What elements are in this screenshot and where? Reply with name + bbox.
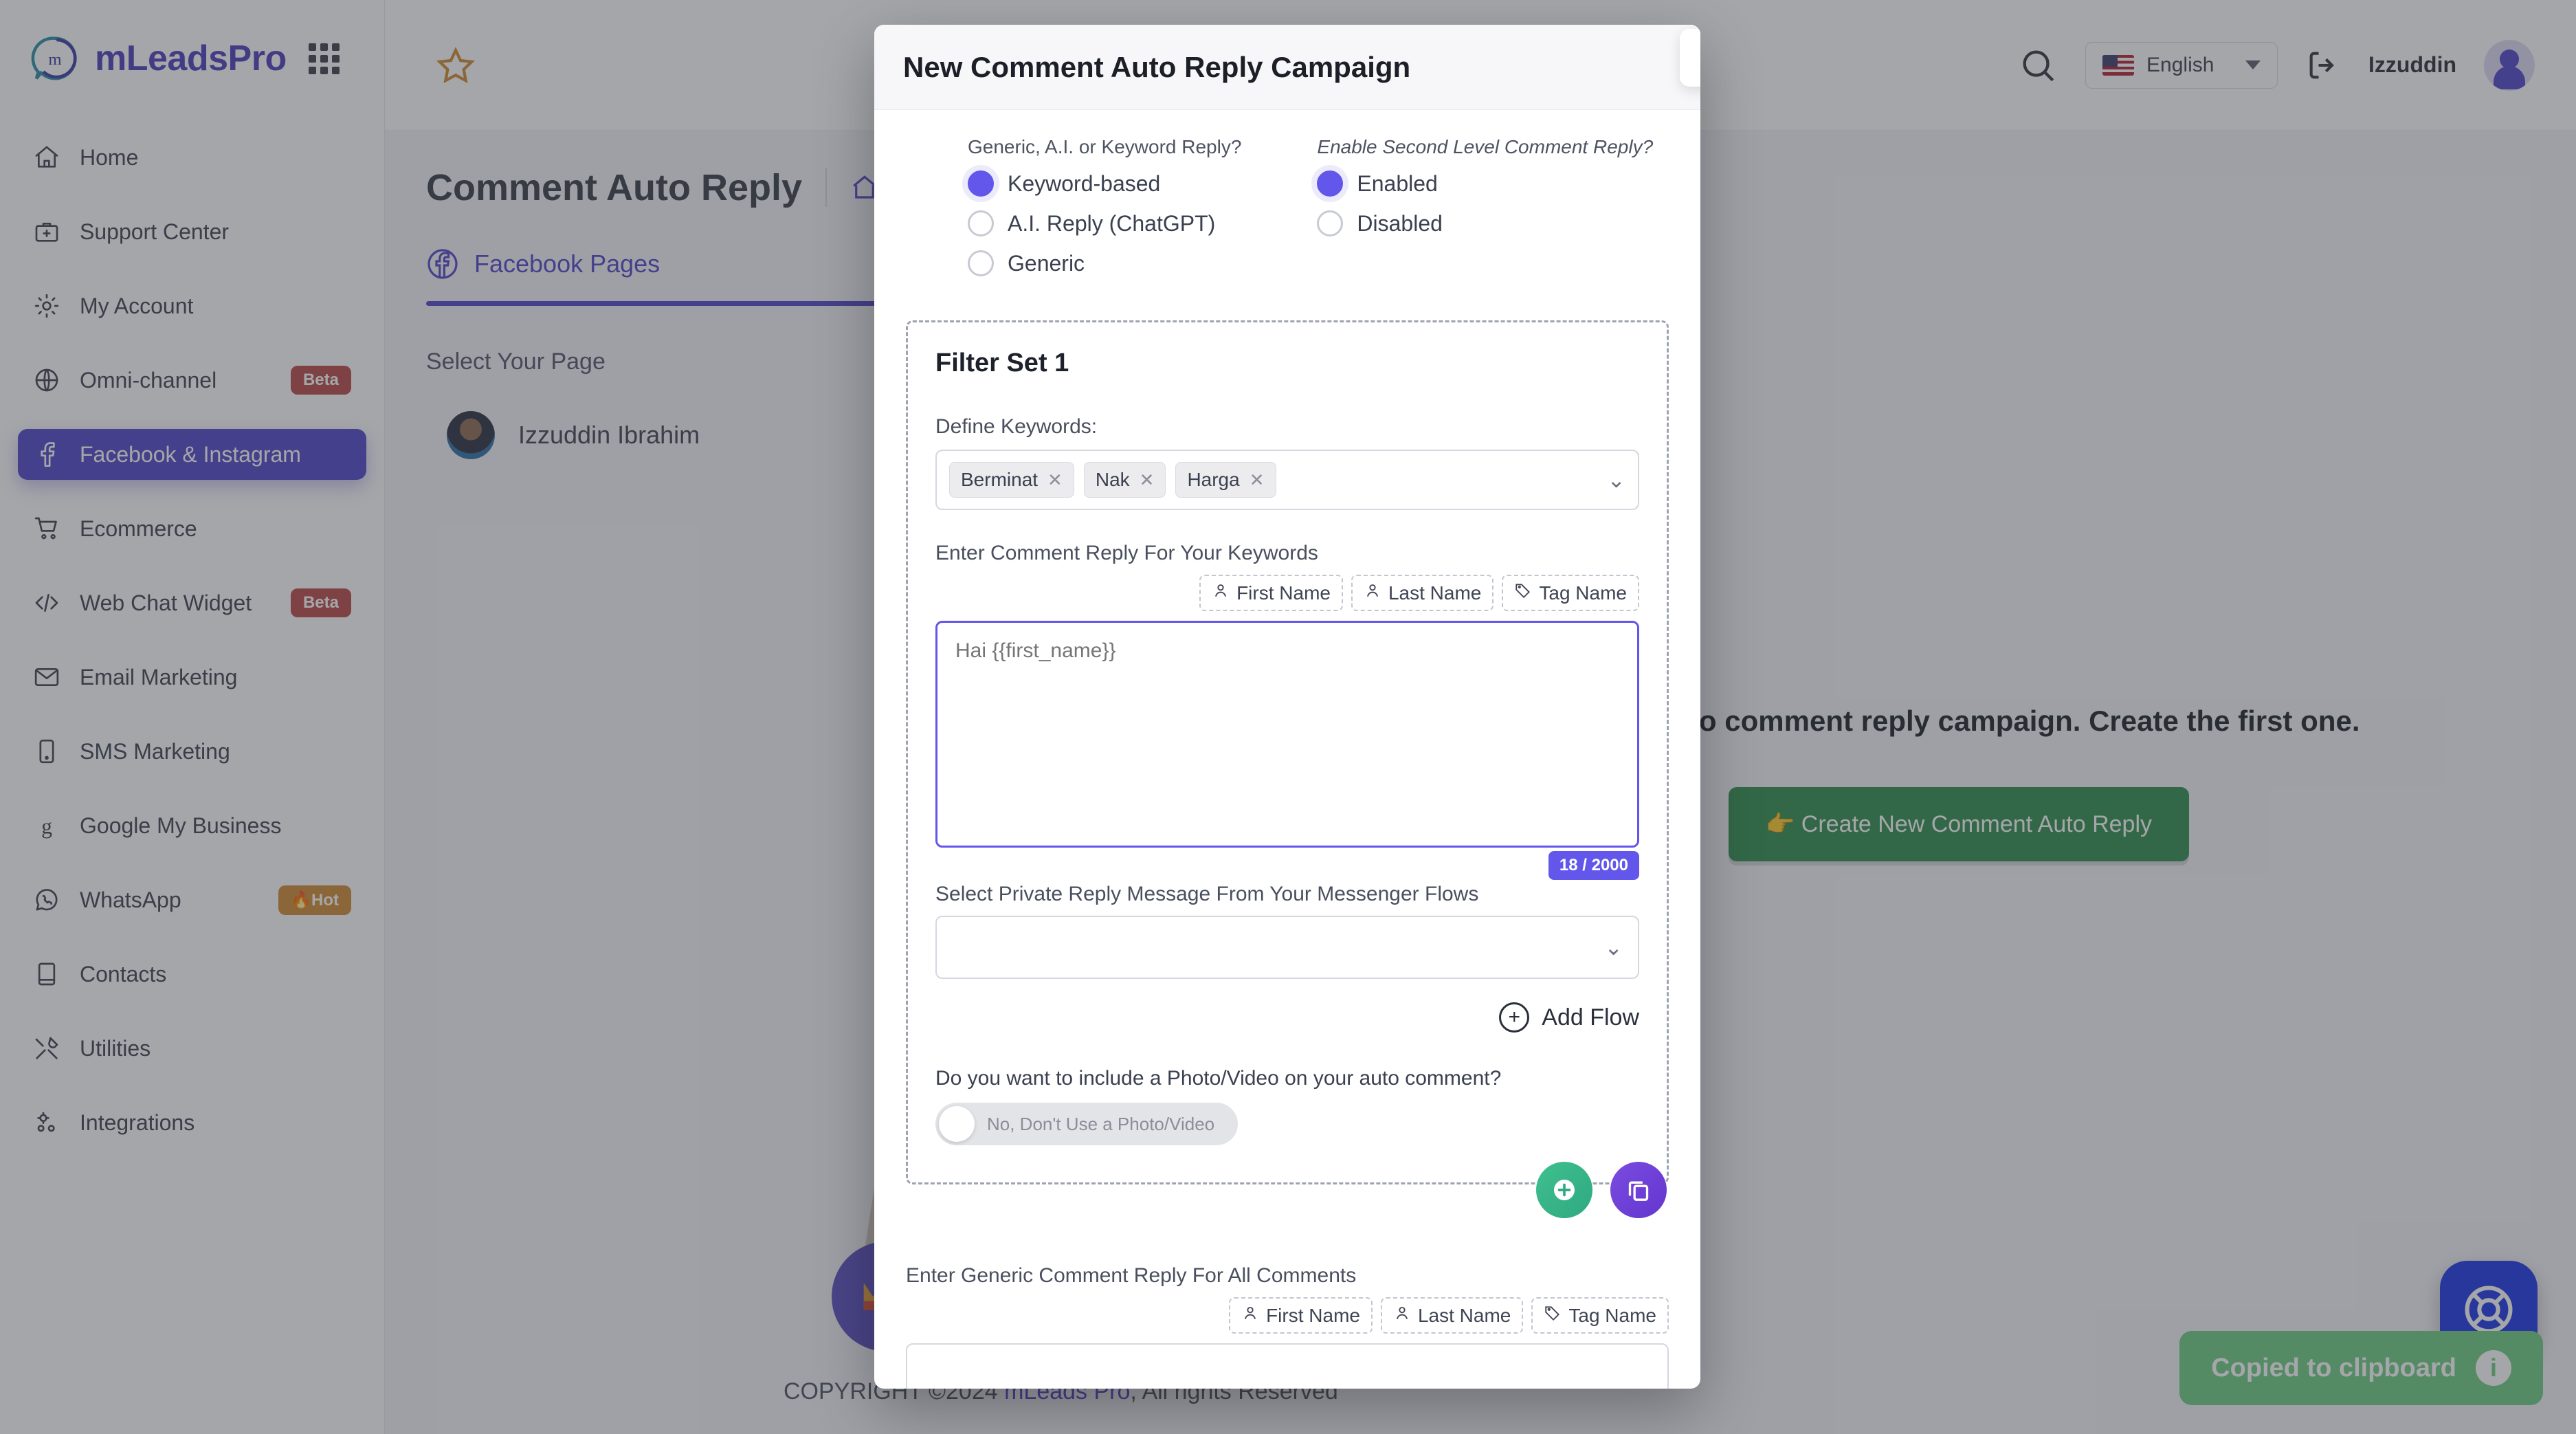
second-level-label: Enable Second Level Comment Reply?	[1317, 136, 1654, 157]
token-tag-name[interactable]: Tag Name	[1502, 575, 1639, 611]
filter-set-title: Filter Set 1	[935, 349, 1069, 377]
radio-indicator	[968, 250, 994, 276]
plus-circle-icon: +	[1499, 1002, 1530, 1033]
generic-reply-label: Enter Generic Comment Reply For All Comm…	[906, 1264, 1357, 1287]
radio-indicator	[1317, 210, 1344, 236]
radio-label: Keyword-based	[1008, 170, 1161, 196]
generic-reply-section: Enter Generic Comment Reply For All Comm…	[906, 1264, 1669, 1389]
radio-keyword-based[interactable]: Keyword-based	[968, 170, 1241, 197]
keyword-chip-label: Berminat	[961, 469, 1039, 490]
radio-label: Enabled	[1357, 170, 1438, 196]
modal-body: Generic, A.I. or Keyword Reply? Keyword-…	[874, 110, 1700, 1389]
person-icon	[1393, 1304, 1411, 1327]
token-label: Last Name	[1388, 582, 1482, 604]
token-first-name[interactable]: First Name	[1229, 1297, 1373, 1334]
new-campaign-modal: New Comment Auto Reply Campaign Generic,…	[874, 25, 1700, 1389]
character-counter: 18 / 2000	[1548, 851, 1639, 880]
define-keywords-label: Define Keywords:	[935, 415, 1098, 438]
token-row-filter: First Name Last Name Tag Name	[935, 575, 1639, 611]
keyword-chip[interactable]: Harga ✕	[1175, 462, 1276, 498]
token-first-name[interactable]: First Name	[1199, 575, 1343, 611]
toggle-label: No, Don't Use a Photo/Video	[987, 1113, 1215, 1134]
keyword-chip[interactable]: Nak ✕	[1083, 462, 1166, 498]
token-label: Last Name	[1417, 1304, 1511, 1326]
keywords-select[interactable]: Berminat ✕ Nak ✕ Harga ✕ ⌄	[935, 450, 1639, 510]
token-label: Tag Name	[1568, 1304, 1656, 1326]
radio-generic[interactable]: Generic	[968, 250, 1241, 276]
radio-ai-reply[interactable]: A.I. Reply (ChatGPT)	[968, 210, 1241, 236]
tag-icon	[1544, 1304, 1562, 1327]
filter-actions	[1536, 1162, 1667, 1218]
token-label: First Name	[1236, 582, 1331, 604]
person-icon	[1212, 582, 1230, 604]
token-label: Tag Name	[1539, 582, 1627, 604]
radio-label: Generic	[1008, 250, 1085, 276]
person-icon	[1364, 582, 1381, 604]
chevron-down-icon: ⌄	[1607, 467, 1625, 492]
comment-reply-textarea[interactable]	[935, 621, 1639, 848]
reply-type-group: Generic, A.I. or Keyword Reply? Keyword-…	[968, 136, 1241, 290]
comment-reply-field-wrap: 18 / 2000	[935, 621, 1639, 880]
photo-video-question: Do you want to include a Photo/Video on …	[935, 1067, 1502, 1090]
radio-indicator	[968, 210, 994, 236]
tag-icon	[1514, 582, 1532, 604]
flow-select-label: Select Private Reply Message From Your M…	[935, 883, 1479, 905]
radio-indicator	[968, 170, 994, 197]
add-flow-label: Add Flow	[1542, 1004, 1639, 1030]
toggle-knob	[939, 1106, 975, 1142]
comment-reply-label: Enter Comment Reply For Your Keywords	[935, 542, 1318, 564]
generic-reply-field-wrap: 0 / 2000	[906, 1343, 1669, 1389]
plus-circle-icon	[1554, 1180, 1575, 1200]
radio-disabled[interactable]: Disabled	[1317, 210, 1653, 236]
token-last-name[interactable]: Last Name	[1351, 575, 1494, 611]
radio-indicator	[1317, 170, 1344, 197]
second-level-group: Enable Second Level Comment Reply? Enabl…	[1317, 136, 1653, 290]
token-last-name[interactable]: Last Name	[1380, 1297, 1524, 1334]
duplicate-filter-set-button[interactable]	[1610, 1162, 1667, 1218]
keyword-chip-label: Harga	[1187, 469, 1240, 490]
keyword-chip[interactable]: Berminat ✕	[949, 462, 1074, 498]
token-tag-name[interactable]: Tag Name	[1531, 1297, 1669, 1334]
token-label: First Name	[1266, 1304, 1360, 1326]
person-icon	[1241, 1304, 1259, 1327]
keyword-chip-label: Nak	[1095, 469, 1130, 490]
radio-groups: Generic, A.I. or Keyword Reply? Keyword-…	[906, 136, 1669, 290]
add-flow-button[interactable]: + Add Flow	[935, 1002, 1639, 1033]
token-row-generic: First Name Last Name Tag Name	[906, 1297, 1669, 1334]
radio-label: Disabled	[1357, 210, 1443, 236]
filter-set-1: Filter Set 1 Define Keywords: Berminat ✕ N…	[906, 320, 1669, 1218]
photo-video-toggle[interactable]: No, Don't Use a Photo/Video	[935, 1103, 1239, 1145]
chevron-down-icon: ⌄	[1604, 935, 1623, 960]
modal-title: New Comment Auto Reply Campaign	[903, 50, 1411, 83]
modal-header: New Comment Auto Reply Campaign	[874, 25, 1700, 110]
add-filter-set-button[interactable]	[1536, 1162, 1592, 1218]
close-small-icon[interactable]: ✕	[1047, 470, 1063, 491]
generic-reply-textarea[interactable]	[906, 1343, 1669, 1389]
radio-label: A.I. Reply (ChatGPT)	[1008, 210, 1216, 236]
messenger-flow-select[interactable]: ⌄	[935, 916, 1639, 979]
copy-icon	[1628, 1181, 1649, 1201]
close-small-icon[interactable]: ✕	[1250, 470, 1265, 491]
close-small-icon[interactable]: ✕	[1140, 470, 1155, 491]
radio-enabled[interactable]: Enabled	[1317, 170, 1653, 197]
reply-type-label: Generic, A.I. or Keyword Reply?	[968, 136, 1242, 157]
close-modal-button[interactable]: ✕	[1680, 29, 1700, 87]
